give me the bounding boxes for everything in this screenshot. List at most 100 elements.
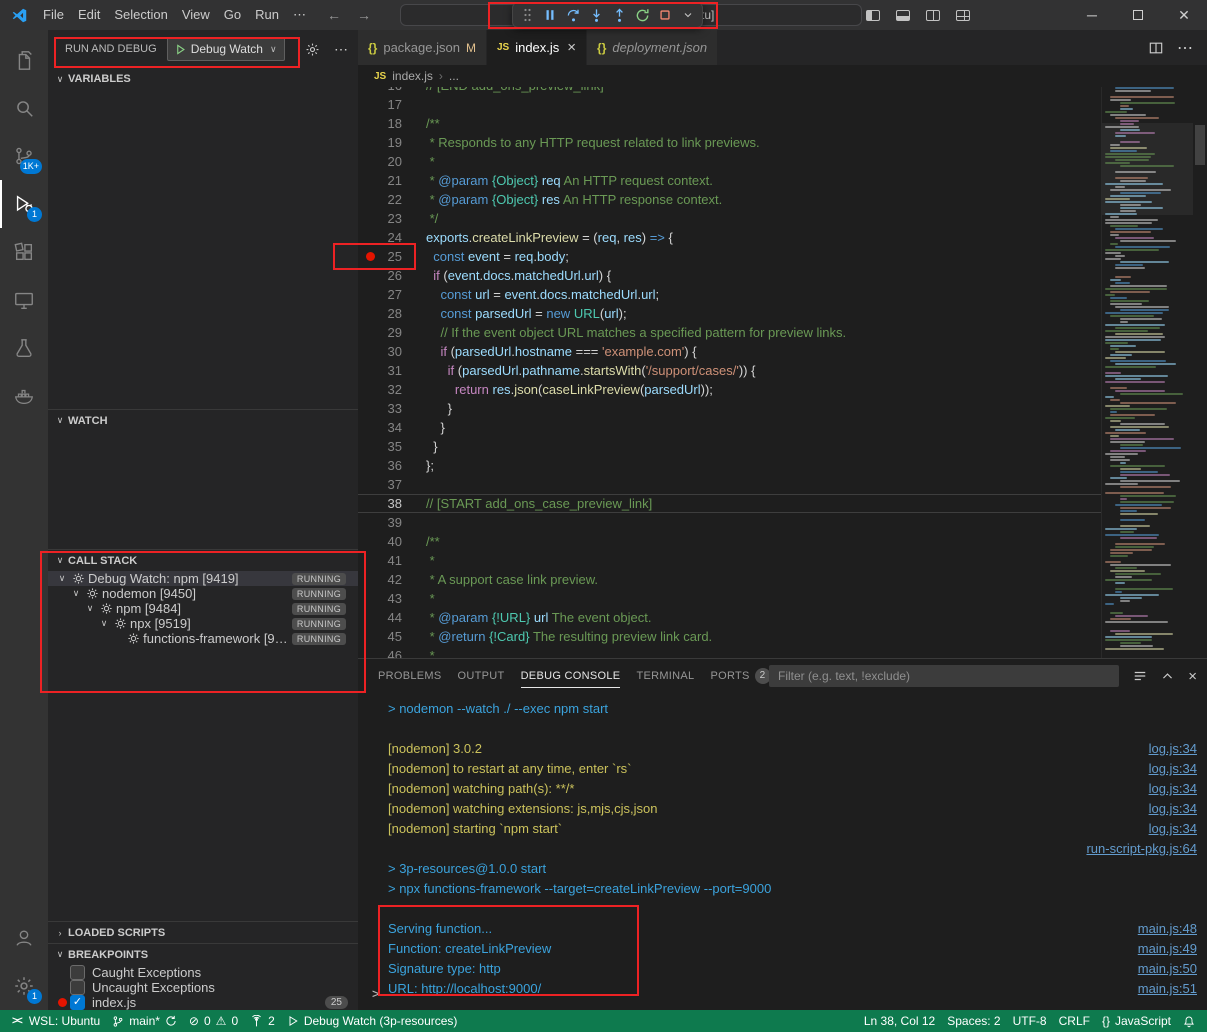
menu-more[interactable]: ⋯ xyxy=(286,0,313,30)
panel-tab-ports[interactable]: PORTS2 xyxy=(702,659,778,693)
tab-index.js[interactable]: JSindex.js× xyxy=(487,30,587,65)
breakpoint-checkbox[interactable] xyxy=(70,965,85,980)
tab-deployment.json[interactable]: {}deployment.json xyxy=(587,30,718,65)
source-link[interactable]: log.js:34 xyxy=(1149,759,1197,779)
close-panel-icon[interactable]: × xyxy=(1188,668,1197,685)
activity-accounts[interactable] xyxy=(0,914,48,962)
activity-remote-explorer[interactable] xyxy=(0,276,48,324)
breakpoint-checkbox[interactable]: ✓ xyxy=(70,995,85,1010)
menu-run[interactable]: Run xyxy=(248,0,286,30)
editor-scrollbar[interactable] xyxy=(1193,87,1207,658)
ports-indicator[interactable]: 2 xyxy=(244,1010,281,1032)
source-link[interactable]: main.js:50 xyxy=(1138,959,1197,979)
source-link[interactable]: log.js:34 xyxy=(1149,799,1197,819)
section-call-stack[interactable]: ∨ CALL STACK xyxy=(48,549,358,571)
maximize-icon[interactable] xyxy=(1115,0,1161,30)
breadcrumb-symbol[interactable]: ... xyxy=(449,69,459,83)
customize-layout-icon[interactable] xyxy=(956,10,970,21)
panel-tab-debug-console[interactable]: DEBUG CONSOLE xyxy=(513,659,629,693)
source-link[interactable]: log.js:34 xyxy=(1149,739,1197,759)
menu-go[interactable]: Go xyxy=(217,0,248,30)
breakpoint-item[interactable]: Caught Exceptions xyxy=(48,965,358,980)
menu-file[interactable]: File xyxy=(36,0,71,30)
breakpoint-item[interactable]: Uncaught Exceptions xyxy=(48,980,358,995)
pause-icon[interactable] xyxy=(539,4,561,26)
console-text xyxy=(388,839,1086,859)
close-window-icon[interactable]: ✕ xyxy=(1161,0,1207,30)
section-watch[interactable]: ∨ WATCH xyxy=(48,409,358,431)
tab-package.json[interactable]: {}package.jsonM xyxy=(358,30,487,65)
activity-source-control[interactable]: 1K+ xyxy=(0,132,48,180)
step-into-icon[interactable] xyxy=(585,4,607,26)
indentation-indicator[interactable]: Spaces: 2 xyxy=(941,1010,1006,1032)
console-input-prompt[interactable]: > xyxy=(372,987,380,1002)
panel-tab-problems[interactable]: PROBLEMS xyxy=(370,659,450,693)
split-editor-icon[interactable] xyxy=(1149,41,1163,55)
close-tab-icon[interactable]: × xyxy=(567,39,576,56)
breakpoint-icon[interactable] xyxy=(366,252,375,261)
output-options-icon[interactable] xyxy=(1133,669,1147,683)
encoding-indicator[interactable]: UTF-8 xyxy=(1007,1010,1053,1032)
drag-handle-icon[interactable] xyxy=(516,4,538,26)
git-branch-indicator[interactable]: main* xyxy=(106,1010,183,1032)
section-variables[interactable]: ∨ VARIABLES xyxy=(48,68,358,90)
more-actions-icon[interactable]: ⋯ xyxy=(1177,38,1193,58)
panel-tab-output[interactable]: OUTPUT xyxy=(450,659,513,693)
activity-testing[interactable] xyxy=(0,324,48,372)
more-actions-icon[interactable]: ⋯ xyxy=(334,41,348,58)
breakpoint-checkbox[interactable] xyxy=(70,980,85,995)
activity-docker[interactable] xyxy=(0,372,48,420)
forward-icon[interactable]: → xyxy=(357,7,371,23)
activity-extensions[interactable] xyxy=(0,228,48,276)
call-stack-item[interactable]: functions-framework [954...RUNNING xyxy=(48,631,358,646)
source-link[interactable]: main.js:51 xyxy=(1138,979,1197,999)
remote-indicator[interactable]: >< WSL: Ubuntu xyxy=(6,1010,106,1032)
console-filter-input[interactable] xyxy=(769,665,1119,687)
section-breakpoints[interactable]: ∨ BREAKPOINTS xyxy=(48,943,358,965)
breadcrumb-file[interactable]: index.js xyxy=(392,69,433,83)
menu-edit[interactable]: Edit xyxy=(71,0,107,30)
toggle-sidebar-icon[interactable] xyxy=(866,10,880,21)
minimap[interactable] xyxy=(1101,87,1193,658)
activity-search[interactable] xyxy=(0,84,48,132)
toggle-secondary-sidebar-icon[interactable] xyxy=(926,10,940,21)
activity-settings[interactable]: 1 xyxy=(0,962,48,1010)
debug-config-dropdown[interactable]: Debug Watch ∨ xyxy=(167,37,285,61)
section-loaded-scripts[interactable]: › LOADED SCRIPTS xyxy=(48,921,358,943)
menu-view[interactable]: View xyxy=(175,0,217,30)
breadcrumb[interactable]: JS index.js › ... xyxy=(358,65,1207,87)
source-link[interactable]: log.js:34 xyxy=(1149,819,1197,839)
back-icon[interactable]: ← xyxy=(327,7,341,23)
toggle-panel-icon[interactable] xyxy=(896,10,910,21)
chevron-down-icon: ∨ xyxy=(52,415,68,426)
call-stack-item[interactable]: ∨ npx [9519]RUNNING xyxy=(48,616,358,631)
debug-gear-icon[interactable] xyxy=(305,42,320,57)
notifications-bell[interactable] xyxy=(1177,1010,1201,1032)
step-out-icon[interactable] xyxy=(608,4,630,26)
call-stack-item[interactable]: ∨ nodemon [9450]RUNNING xyxy=(48,586,358,601)
source-link[interactable]: main.js:49 xyxy=(1138,939,1197,959)
source-link[interactable]: main.js:48 xyxy=(1138,919,1197,939)
call-stack-item[interactable]: ∨ Debug Watch: npm [9419]RUNNING xyxy=(48,571,358,586)
chevron-down-icon[interactable] xyxy=(677,4,699,26)
stop-icon[interactable] xyxy=(654,4,676,26)
breakpoint-item[interactable]: ✓index.js25 xyxy=(48,995,358,1010)
source-link[interactable]: log.js:34 xyxy=(1149,779,1197,799)
panel-tab-terminal[interactable]: TERMINAL xyxy=(628,659,702,693)
cursor-position[interactable]: Ln 38, Col 12 xyxy=(858,1010,941,1032)
call-stack-item[interactable]: ∨ npm [9484]RUNNING xyxy=(48,601,358,616)
restart-icon[interactable] xyxy=(631,4,653,26)
source-link[interactable]: run-script-pkg.js:64 xyxy=(1086,839,1197,859)
maximize-panel-icon[interactable] xyxy=(1161,670,1174,683)
language-indicator[interactable]: {} JavaScript xyxy=(1096,1010,1177,1032)
minimize-icon[interactable]: ─ xyxy=(1069,0,1115,30)
activity-run-debug[interactable]: 1 xyxy=(0,180,48,228)
scrollbar-thumb[interactable] xyxy=(1195,125,1205,165)
step-over-icon[interactable] xyxy=(562,4,584,26)
menu-selection[interactable]: Selection xyxy=(107,0,174,30)
activity-explorer[interactable] xyxy=(0,36,48,84)
problems-indicator[interactable]: ⊘0 ⚠0 xyxy=(183,1010,244,1032)
code-editor[interactable]: 16// [END add_ons_preview_link]1718/**19… xyxy=(358,87,1207,658)
eol-indicator[interactable]: CRLF xyxy=(1053,1010,1096,1032)
debug-session-indicator[interactable]: Debug Watch (3p-resources) xyxy=(281,1010,464,1032)
